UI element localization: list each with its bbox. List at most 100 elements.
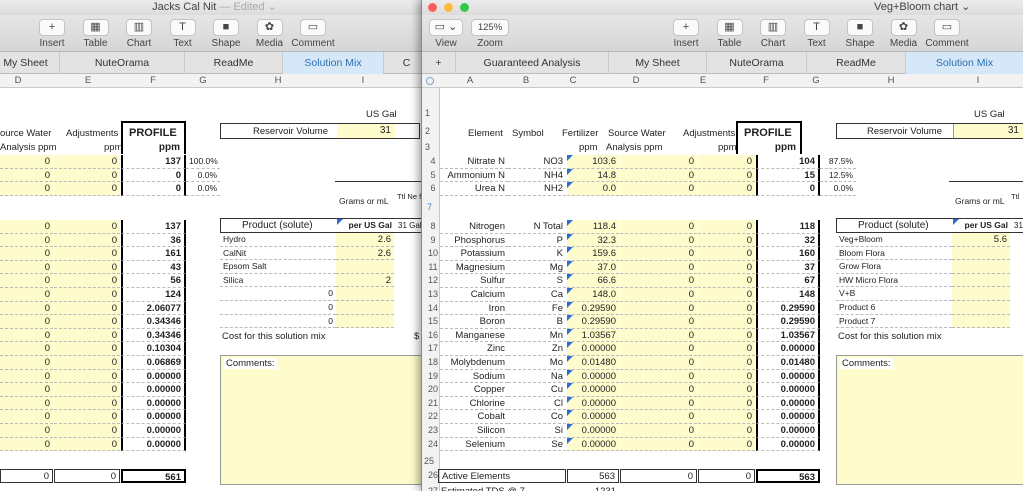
tab-guaranteed-analysis[interactable]: Guaranteed Analysis [456,52,609,74]
product-name-cell[interactable]: Veg+Bloom [836,233,952,247]
adjustment-cell[interactable]: 0 [698,301,755,316]
view-button[interactable]: ▭ ⌄ View [424,17,468,49]
insert-toolbar-button[interactable]: + Insert [30,17,74,49]
source-water-cell[interactable]: 0 [0,424,53,438]
adjustment-cell[interactable]: 0 [54,424,120,438]
source-water-cell[interactable]: 0 [0,328,53,343]
insert-toolbar-button[interactable]: + Insert [664,17,708,49]
adjustment-cell[interactable]: 0 [698,342,755,356]
product-amount-cell[interactable]: 2.6 [336,246,394,261]
tab-readme[interactable]: ReadMe [807,52,906,74]
source-water-cell[interactable]: 0 [0,168,53,183]
source-water-cell[interactable]: 0 [620,168,697,183]
tab--[interactable]: + [422,52,456,74]
product-name-cell[interactable]: CalNit [220,247,336,261]
source-water-cell[interactable]: 0 [0,396,53,411]
zoom-window-icon[interactable] [460,3,469,12]
adjustment-cell[interactable]: 0 [698,168,755,183]
adjustment-cell[interactable]: 0 [54,220,120,234]
adjustment-cell[interactable]: 0 [698,383,755,397]
source-water-cell[interactable]: 0 [0,410,53,424]
product-name-cell[interactable]: Bloom Flora [836,247,952,261]
adjustment-cell[interactable]: 0 [54,396,120,411]
adjustment-cell[interactable]: 0 [54,168,120,183]
source-water-cell[interactable]: 0 [0,182,53,196]
adjustment-cell[interactable]: 0 [698,247,755,261]
adjustment-cell[interactable]: 0 [54,328,120,343]
tab-nuteorama[interactable]: NuteOrama [60,52,185,74]
reservoir-volume-value[interactable]: 31 [337,124,395,138]
source-water-cell[interactable]: 0 [0,369,53,384]
column-header-c[interactable]: C [565,75,581,86]
source-water-cell[interactable]: 0 [620,182,697,196]
table-toolbar-button[interactable]: ▦ Table [708,17,752,49]
source-water-cell[interactable]: 0 [0,220,53,234]
comment-toolbar-button[interactable]: ▭ Comment [291,17,335,49]
adjustment-cell[interactable]: 0 [54,342,120,356]
source-water-cell[interactable]: 0 [620,342,697,356]
shape-toolbar-button[interactable]: ■ Shape [204,17,248,49]
adjustment-cell[interactable]: 0 [698,369,755,384]
adjustment-cell[interactable]: 0 [698,437,755,452]
adjustment-cell[interactable]: 0 [698,424,755,438]
product-amount-cell[interactable] [336,301,394,315]
tab-readme[interactable]: ReadMe [185,52,283,74]
source-water-cell[interactable]: 0 [0,247,53,261]
product-name-cell[interactable]: 0 [220,287,336,301]
source-water-cell[interactable]: 0 [620,315,697,329]
product-amount-cell[interactable] [952,273,1010,288]
source-water-cell[interactable]: 0 [620,220,697,234]
text-toolbar-button[interactable]: T Text [795,17,839,49]
source-water-cell[interactable]: 0 [0,274,53,288]
media-toolbar-button[interactable]: ✿ Media [882,17,926,49]
text-toolbar-button[interactable]: T Text [161,17,205,49]
adjustment-cell[interactable]: 0 [54,301,120,316]
chart-toolbar-button[interactable]: ▥ Chart [117,17,161,49]
column-header-h[interactable]: H [883,75,899,86]
source-water-cell[interactable]: 0 [0,356,53,370]
source-water-cell[interactable]: 0 [620,396,697,411]
adjustment-cell[interactable]: 0 [698,356,755,370]
source-water-cell[interactable]: 0 [620,356,697,370]
source-water-cell[interactable]: 0 [620,369,697,384]
zoom-button[interactable]: 125% Zoom [468,17,512,49]
product-amount-cell[interactable]: 5.6 [952,233,1010,247]
product-name-cell[interactable]: V+B [836,287,952,301]
adjustment-cell[interactable]: 0 [54,182,120,196]
adjustment-cell[interactable]: 0 [54,260,120,275]
adjustment-cell[interactable]: 0 [54,155,120,169]
adjustment-cell[interactable]: 0 [54,315,120,329]
product-amount-cell[interactable] [952,246,1010,261]
tab-solution-mix[interactable]: Solution Mix [283,52,384,74]
adjustment-cell[interactable]: 0 [698,220,755,234]
back-comments-box[interactable]: Comments: [220,355,429,485]
adjustment-cell[interactable]: 0 [54,369,120,384]
column-header-i[interactable]: I [970,75,986,86]
source-water-cell[interactable]: 0 [620,233,697,248]
product-name-cell[interactable]: Grow Flora [836,260,952,274]
column-header-h[interactable]: H [270,75,286,86]
source-water-cell[interactable]: 0 [620,155,697,169]
source-water-cell[interactable]: 0 [0,288,53,302]
source-water-cell[interactable]: 0 [620,437,697,452]
adjustment-cell[interactable]: 0 [698,155,755,169]
adjustment-cell[interactable]: 0 [54,274,120,288]
column-header-f[interactable]: F [145,75,161,86]
product-name-cell[interactable]: Hydro [220,233,336,247]
column-header-e[interactable]: E [80,75,96,86]
shape-toolbar-button[interactable]: ■ Shape [838,17,882,49]
product-amount-cell[interactable] [336,314,394,329]
media-toolbar-button[interactable]: ✿ Media [248,17,292,49]
comment-toolbar-button[interactable]: ▭ Comment [925,17,969,49]
chart-toolbar-button[interactable]: ▥ Chart [751,17,795,49]
product-amount-cell[interactable]: 2.6 [336,233,394,247]
source-water-cell[interactable]: 0 [620,247,697,261]
adjustment-cell[interactable]: 0 [698,396,755,411]
adjustment-cell[interactable]: 0 [698,328,755,343]
adjustment-cell[interactable]: 0 [54,247,120,261]
adjustment-cell[interactable]: 0 [54,437,120,452]
tab-my-sheet[interactable]: My Sheet [609,52,707,74]
source-water-cell[interactable]: 0 [0,383,53,397]
close-window-icon[interactable] [428,3,437,12]
column-header-g[interactable]: G [808,75,824,86]
